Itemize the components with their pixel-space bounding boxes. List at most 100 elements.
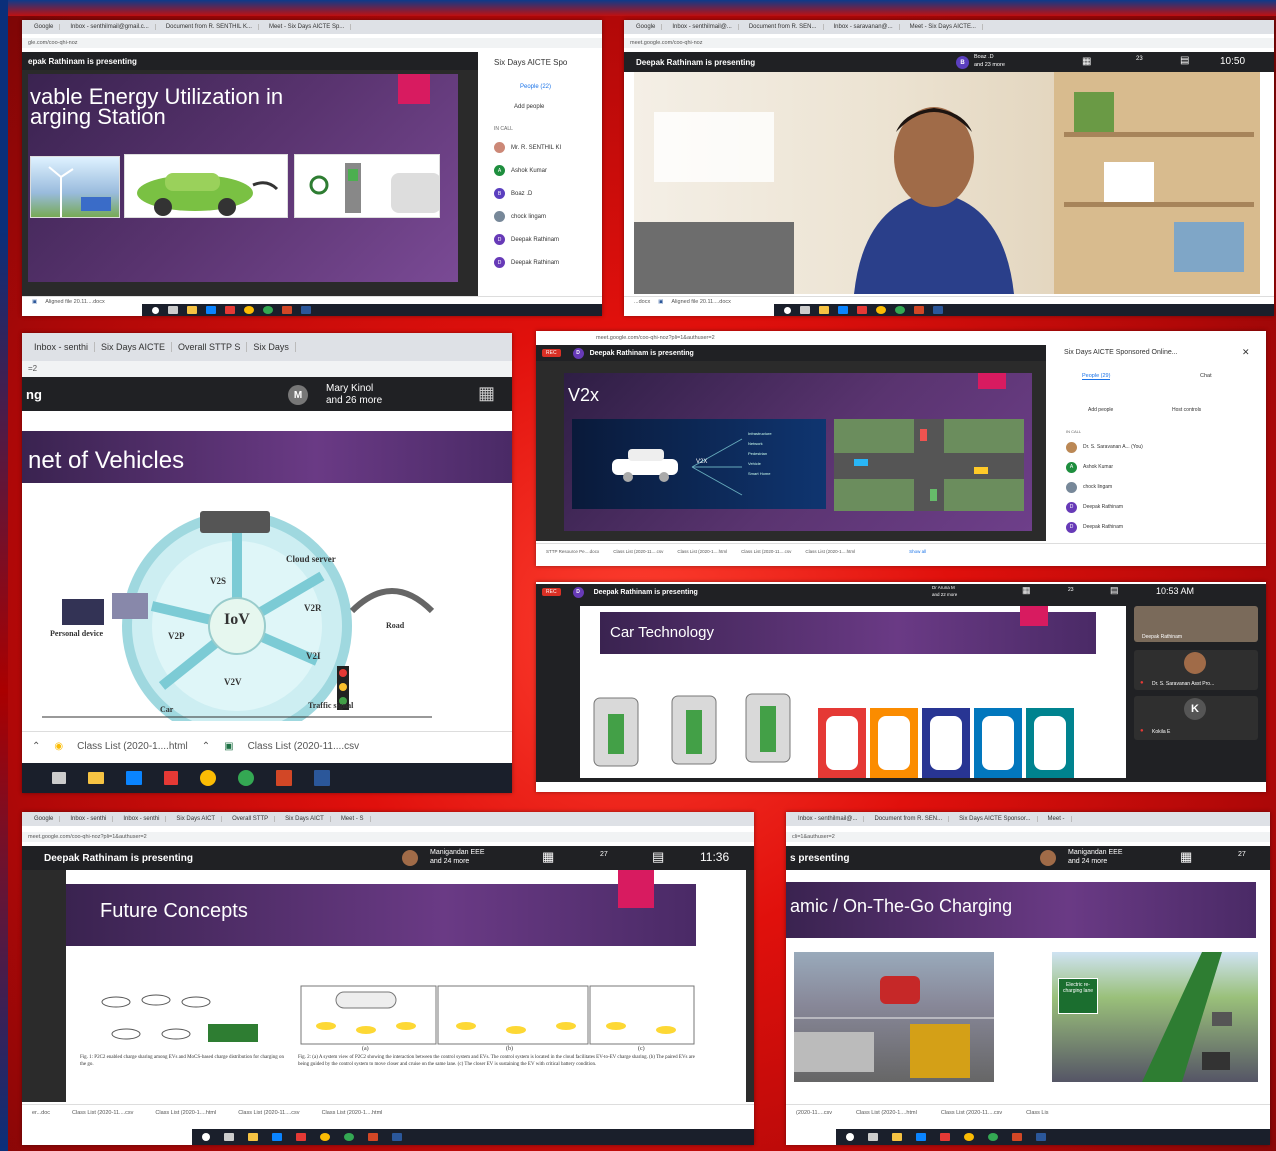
browser-tab[interactable]: Meet - [1042,816,1072,822]
chrome-icon[interactable] [344,1133,354,1141]
participant-row[interactable]: D Deepak Rathinam [494,228,602,251]
file-explorer-icon[interactable] [819,306,829,314]
powerpoint-icon[interactable] [368,1133,378,1141]
browser-tab[interactable]: Overall STTP S [172,342,248,352]
participants-count[interactable]: 23 [1136,56,1143,62]
pdf-icon[interactable] [857,306,867,314]
taskview-icon[interactable] [224,1133,234,1141]
participant-row[interactable]: D Deepak Rathinam [494,251,602,274]
people-tab[interactable]: People (22) [520,84,551,90]
participants-count[interactable]: 27 [600,851,608,858]
search-icon[interactable] [152,306,159,314]
address-bar[interactable]: meet.google.com/coo-qhi-noz?pli=1&authus… [22,832,754,842]
file-explorer-icon[interactable] [892,1133,902,1141]
pdf-icon[interactable] [225,306,235,314]
chevron-up-icon[interactable]: ⌃ [202,741,210,752]
grid-icon[interactable]: ▦ [1082,56,1091,67]
taskview-icon[interactable] [868,1133,878,1141]
chrome-icon[interactable] [238,770,254,786]
chrome-icon[interactable] [964,1133,974,1141]
powerpoint-icon[interactable] [276,770,292,786]
browser-tab[interactable]: Inbox - senthilmail@... [666,24,739,30]
download-item[interactable]: Class List (2020-1....html [77,741,188,752]
browser-tab[interactable]: Overall STTP [226,816,276,822]
download-item[interactable]: Class List (2020-11....csv [941,1110,1002,1116]
browser-tab[interactable]: Meet - Six Days AICTE... [904,24,983,30]
browser-tab[interactable]: Inbox - senthi [117,816,167,822]
chrome-icon[interactable] [263,306,273,314]
chrome-icon[interactable] [895,306,905,314]
grid-icon[interactable]: ▦ [478,383,495,404]
grid-icon[interactable]: ▦ [1180,849,1192,865]
taskview-icon[interactable] [52,772,66,784]
grid-icon[interactable]: ▦ [1022,585,1031,596]
chat-icon[interactable]: ▤ [1180,55,1189,66]
download-item[interactable]: er...doc [32,1110,50,1116]
word-icon[interactable] [314,770,330,786]
address-bar[interactable]: cli=1&authuser=2 [786,832,1270,842]
chrome-icon[interactable] [320,1133,330,1141]
search-icon[interactable] [846,1133,854,1141]
participant-row[interactable]: chock lingam [1066,477,1262,497]
browser-tab[interactable]: Inbox - saravanan@... [828,24,900,30]
people-tab[interactable]: People (29) [1082,373,1111,380]
add-people-button[interactable]: Add people [1088,407,1113,413]
search-icon[interactable] [202,1133,210,1141]
browser-tab[interactable]: Inbox - senthilmail@gmail.c... [64,24,156,30]
pdf-icon[interactable] [296,1133,306,1141]
chrome-icon[interactable] [244,306,254,314]
participant-row[interactable]: A Ashok Kumar [1066,457,1262,477]
browser-tab[interactable]: Six Days AICT [170,816,223,822]
pdf-icon[interactable] [940,1133,950,1141]
store-icon[interactable] [206,306,216,314]
download-item[interactable]: (2020-11....csv [796,1110,832,1116]
download-item[interactable]: Class List (2020-11....csv [72,1110,133,1116]
download-item[interactable]: Class List (2020-11....csv [613,549,663,554]
download-item[interactable]: Class List (2020-11....csv [248,741,360,752]
download-item[interactable]: Class List (2020-1....html [155,1110,216,1116]
participants-count[interactable]: 23 [1068,587,1074,593]
browser-tab[interactable]: Document from R. SEN... [743,24,824,30]
address-bar[interactable]: gle.com/coo-qhi-noz [22,38,602,48]
browser-tab[interactable]: Google [28,816,61,822]
participant-row[interactable]: Mr. R. SENTHIL KI [494,136,602,159]
store-icon[interactable] [272,1133,282,1141]
browser-tab[interactable]: Six Days [247,342,296,352]
download-item[interactable]: ...docx [634,299,650,305]
download-item[interactable]: Class List (2020-1....html [805,549,855,554]
word-icon[interactable] [933,306,943,314]
word-icon[interactable] [301,306,311,314]
pdf-icon[interactable] [164,771,178,785]
chrome-icon[interactable] [876,306,886,314]
word-icon[interactable] [1036,1133,1046,1141]
download-item[interactable]: Class List (2020-1....html [322,1110,383,1116]
participant-tile[interactable]: ● Dr. S. Saravanan Asst Pro... [1134,650,1258,690]
browser-tab[interactable]: Six Days AICTE [95,342,173,352]
participant-row[interactable]: D Deepak Rathinam [1066,497,1262,517]
show-all-button[interactable]: Show all [909,549,926,554]
close-icon[interactable]: ✕ [1242,347,1250,358]
file-explorer-icon[interactable] [248,1133,258,1141]
file-explorer-icon[interactable] [187,306,197,314]
powerpoint-icon[interactable] [282,306,292,314]
browser-tab[interactable]: Six Days AICTE Sponsor... [953,816,1038,822]
store-icon[interactable] [126,771,142,785]
file-explorer-icon[interactable] [88,772,104,784]
download-item[interactable]: STTP Resource Pe....docx [546,549,599,554]
address-bar[interactable]: meet.google.com/coo-qhi-noz [624,38,1274,48]
host-controls-button[interactable]: Host controls [1172,407,1201,413]
download-item[interactable]: Class List (2020-1....html [856,1110,917,1116]
participant-tile[interactable]: K ● Kokila E [1134,696,1258,740]
browser-tab[interactable]: Google [28,24,61,30]
download-item[interactable]: Class List (2020-11....csv [238,1110,299,1116]
download-item[interactable]: Class List (2020-11....csv [741,549,791,554]
chrome-icon[interactable] [988,1133,998,1141]
word-icon[interactable] [392,1133,402,1141]
download-item[interactable]: Class Lis [1026,1110,1048,1116]
add-people-button[interactable]: Add people [514,104,544,110]
participants-count[interactable]: 27 [1238,851,1246,858]
powerpoint-icon[interactable] [914,306,924,314]
browser-tab[interactable]: Meet - S [335,816,371,822]
store-icon[interactable] [916,1133,926,1141]
chat-icon[interactable]: ▤ [652,849,664,865]
